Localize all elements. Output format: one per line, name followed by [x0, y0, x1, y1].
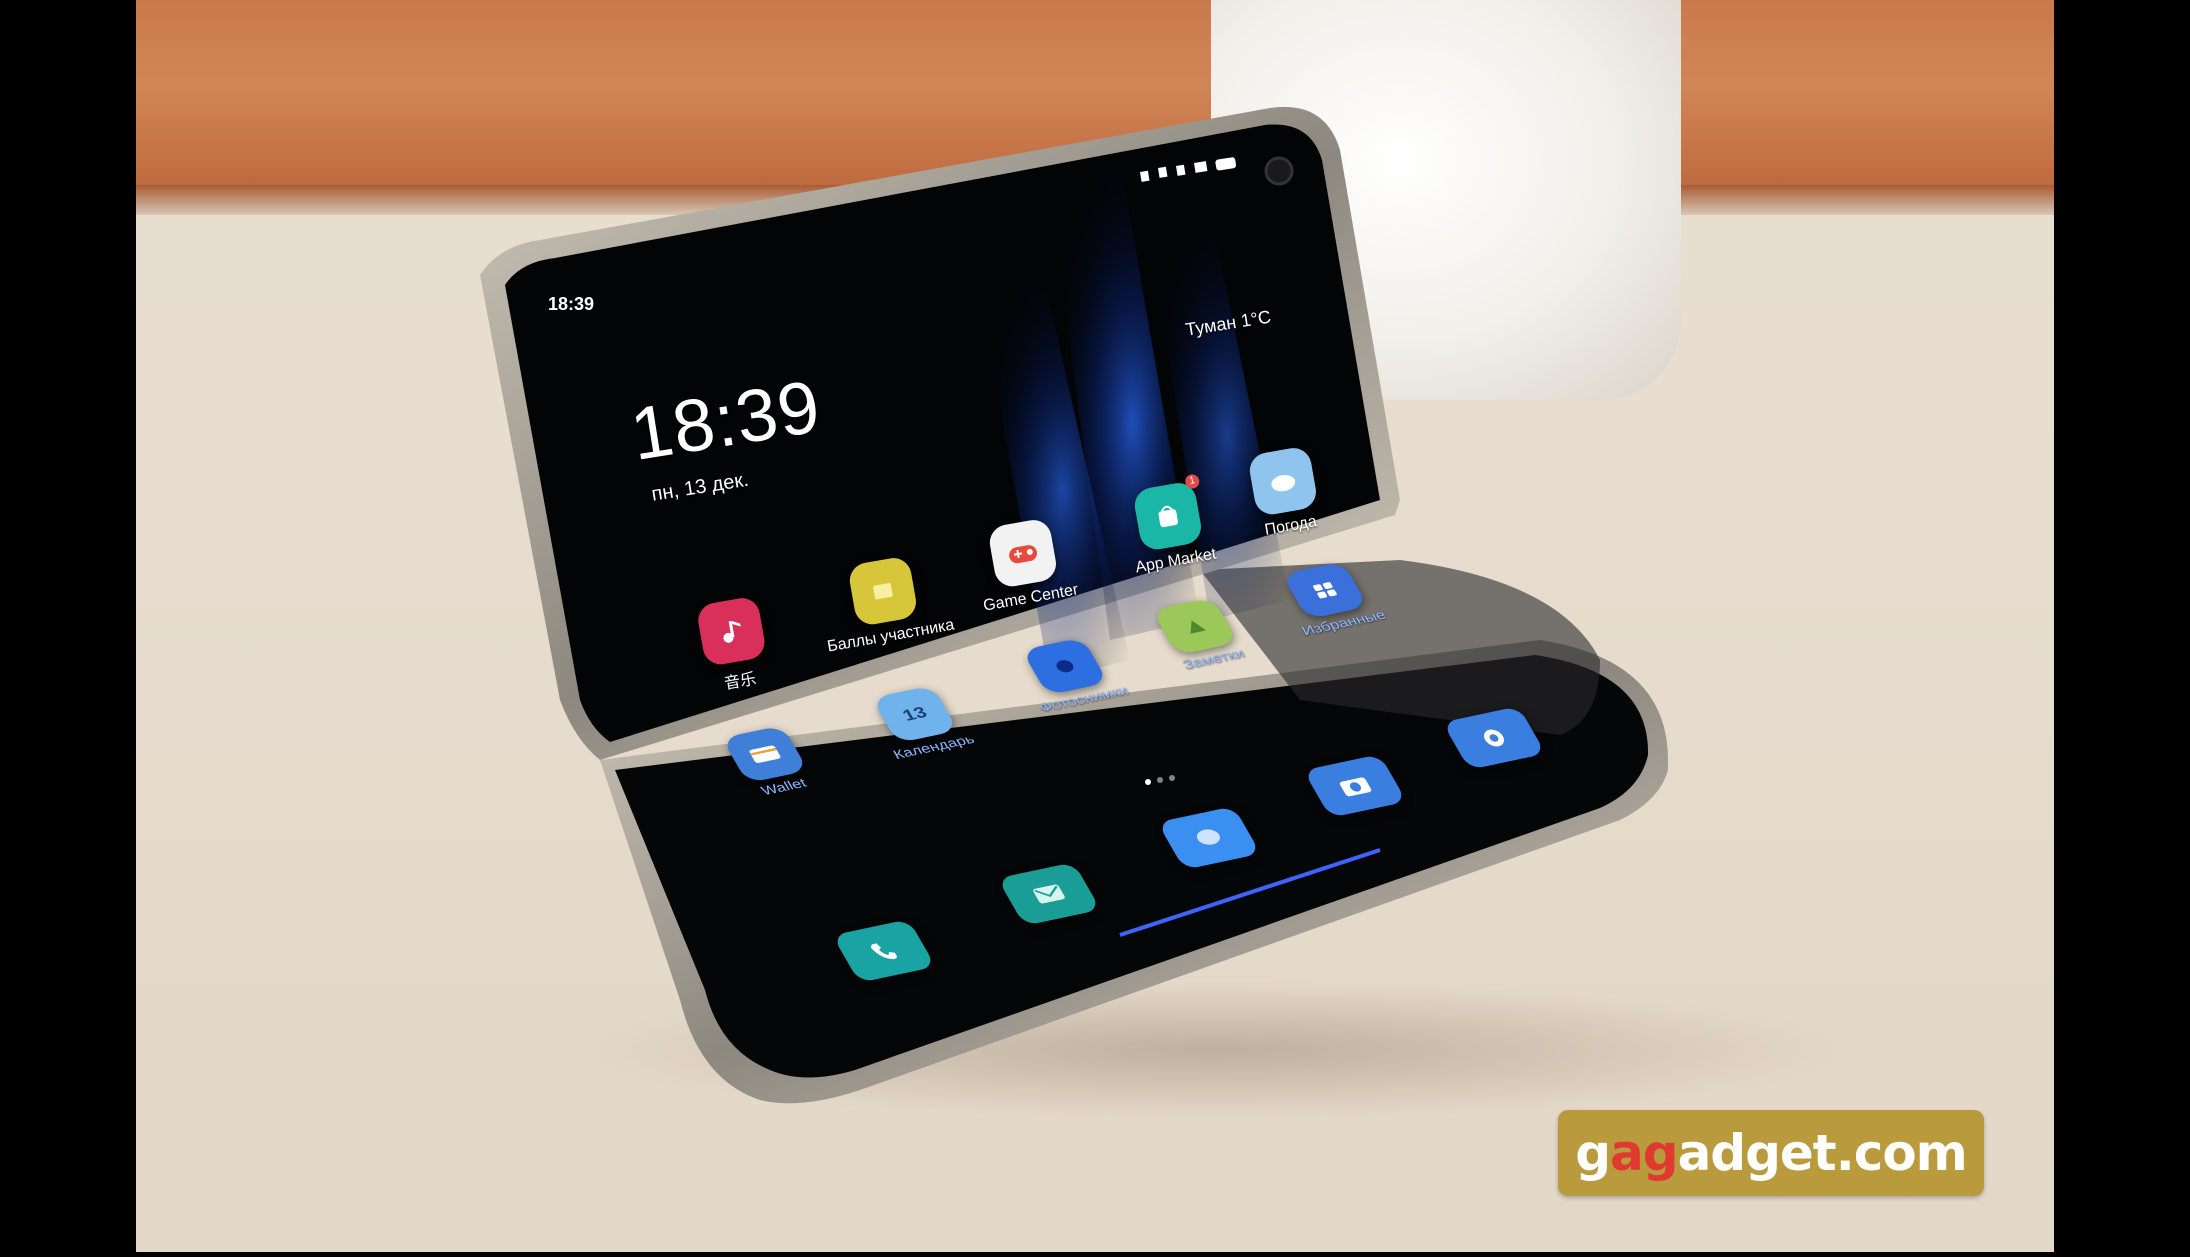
status-bar-time: 18:39 [548, 294, 595, 314]
watermark-accent-2: g [1642, 1124, 1679, 1182]
music-icon [695, 595, 768, 668]
foldable-phone [0, 0, 2190, 1252]
game-center-icon [987, 517, 1059, 590]
watermark-prefix: g [1575, 1124, 1611, 1182]
phone-icon [870, 943, 898, 960]
settings-icon [1484, 729, 1504, 747]
watermark-accent: a [1610, 1124, 1644, 1182]
app-market-icon: 1 [1132, 473, 1204, 553]
weather-icon [1247, 445, 1319, 518]
chat-icon [1196, 829, 1221, 845]
messages-icon [1033, 884, 1065, 904]
camera-icon [1339, 777, 1372, 797]
watermark-rest: adget.com [1677, 1124, 1968, 1182]
gagadget-watermark: g a g adget.com [1558, 1110, 1984, 1196]
rewards-icon [847, 555, 919, 628]
